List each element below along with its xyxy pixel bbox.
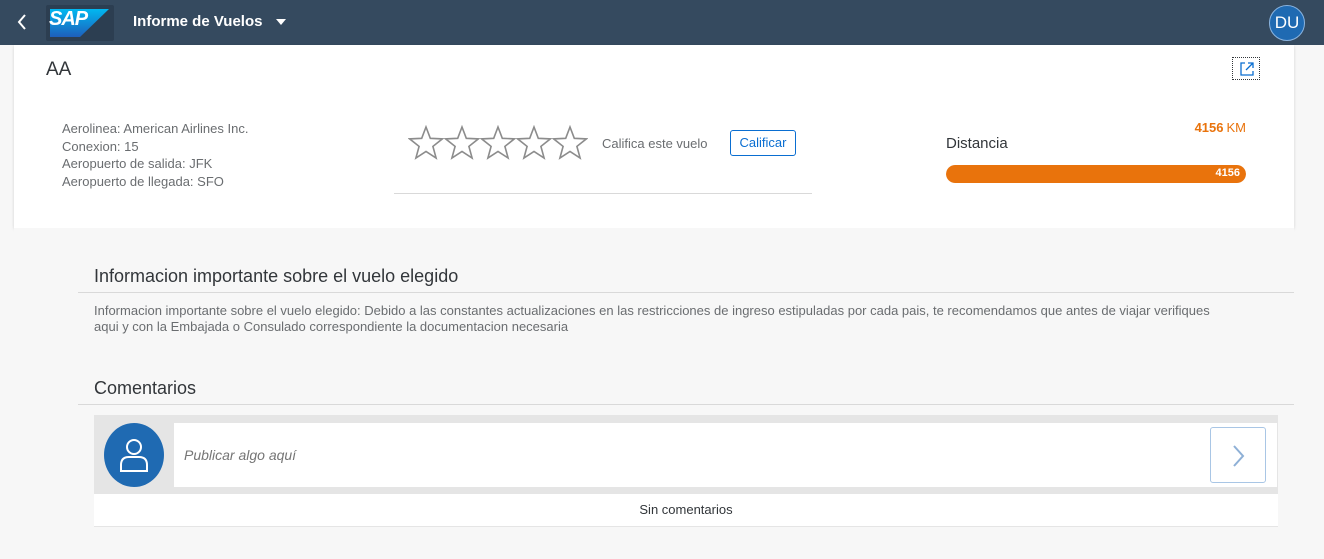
star-icon[interactable] bbox=[480, 125, 516, 161]
app-title[interactable]: Informe de Vuelos bbox=[133, 13, 262, 30]
post-comment-button[interactable] bbox=[1210, 427, 1266, 483]
no-comments-text: Sin comentarios bbox=[94, 494, 1278, 527]
flight-attributes: Aerolinea: American Airlines Inc. Conexi… bbox=[62, 120, 248, 190]
sap-logo[interactable]: SAP bbox=[46, 5, 114, 41]
sap-logo-text: SAP bbox=[49, 8, 88, 30]
shell-bar: SAP Informe de Vuelos DU bbox=[0, 0, 1324, 45]
share-button[interactable] bbox=[1232, 57, 1260, 80]
comments-section-title: Comentarios bbox=[94, 378, 197, 398]
distance-progress-label: 4156 bbox=[1215, 167, 1240, 179]
distance-progress-fill: 4156 bbox=[946, 165, 1246, 183]
star-icon[interactable] bbox=[516, 125, 552, 161]
distance-progress-bar: 4156 bbox=[946, 165, 1246, 183]
user-icon bbox=[120, 439, 148, 472]
share-icon bbox=[1240, 62, 1254, 76]
feed-input-area bbox=[94, 415, 1278, 494]
chevron-right-icon bbox=[1233, 445, 1245, 467]
info-section-divider bbox=[78, 292, 1294, 293]
distance-label: Distancia bbox=[946, 135, 1008, 152]
rating-block: Califica este vuelo Calificar bbox=[394, 125, 812, 194]
distance-value: 4156 KM bbox=[1195, 120, 1246, 135]
attr-arrival-airport: Aeropuerto de llegada: SFO bbox=[62, 173, 224, 189]
rating-label: Califica este vuelo bbox=[602, 136, 708, 151]
feed-avatar bbox=[104, 423, 164, 487]
content-area: Informacion importante sobre el vuelo el… bbox=[14, 228, 1294, 559]
attr-airline: Aerolinea: American Airlines Inc. bbox=[62, 121, 249, 136]
comments-section-divider bbox=[78, 404, 1294, 405]
rating-indicator[interactable] bbox=[408, 125, 588, 161]
star-icon[interactable] bbox=[552, 125, 588, 161]
star-icon[interactable] bbox=[408, 125, 444, 161]
back-icon bbox=[17, 14, 26, 30]
star-icon[interactable] bbox=[444, 125, 480, 161]
user-avatar[interactable]: DU bbox=[1269, 5, 1305, 41]
info-section-text: Informacion importante sobre el vuelo el… bbox=[94, 303, 1210, 334]
comment-input[interactable] bbox=[174, 423, 1277, 487]
attr-departure-airport: Aeropuerto de salida: JFK bbox=[62, 156, 213, 171]
object-header: AA Aerolinea: American Airlines Inc. Con… bbox=[14, 45, 1294, 228]
info-section-title: Informacion importante sobre el vuelo el… bbox=[94, 266, 459, 286]
chevron-down-icon[interactable] bbox=[276, 19, 286, 25]
back-button[interactable] bbox=[10, 9, 34, 35]
distance-number: 4156 bbox=[1194, 120, 1224, 135]
distance-unit: KM bbox=[1226, 120, 1247, 135]
attr-connection: Conexion: 15 bbox=[62, 138, 139, 154]
rate-button[interactable]: Calificar bbox=[730, 130, 796, 156]
object-title: AA bbox=[46, 59, 72, 80]
